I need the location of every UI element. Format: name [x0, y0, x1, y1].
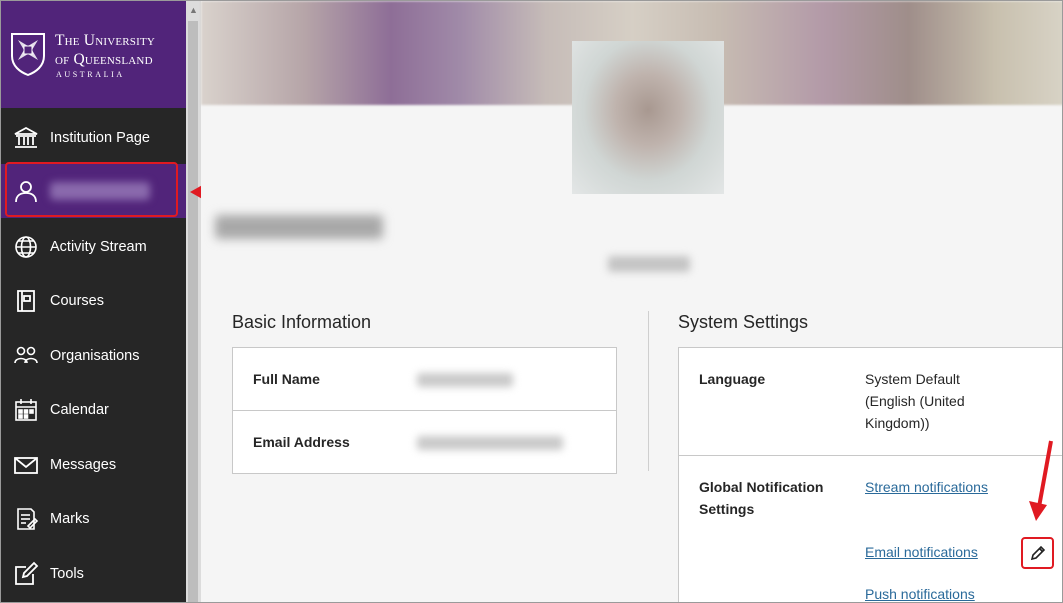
- row-divider: [679, 455, 1062, 456]
- nav-label-courses: Courses: [50, 293, 104, 309]
- nav-label-messages: Messages: [50, 457, 117, 473]
- language-value-line2: (English (United: [865, 393, 965, 409]
- section-divider: [648, 311, 649, 471]
- notification-settings-label: Global Notification Settings: [699, 476, 823, 520]
- notification-settings-label-line1: Global Notification: [699, 479, 824, 495]
- row-divider: [233, 410, 616, 411]
- nav-label-tools: Tools: [50, 566, 84, 582]
- nav-item-activity-stream[interactable]: Activity Stream: [1, 220, 186, 274]
- nav-item-messages[interactable]: Messages: [1, 438, 186, 492]
- scrollbar-thumb[interactable]: [188, 21, 198, 602]
- language-value: System Default (English (United Kingdom)…: [865, 368, 965, 434]
- annotation-highlight-profile: [5, 162, 178, 217]
- nav-item-organisations[interactable]: Organisations: [1, 329, 186, 383]
- brand-line1: The University: [55, 32, 156, 49]
- system-settings-title: System Settings: [678, 312, 809, 332]
- courses-icon: [12, 287, 40, 315]
- messages-icon: [12, 451, 40, 479]
- annotation-arrow-down-icon: [1029, 440, 1053, 521]
- email-notifications-link[interactable]: Email notifications: [865, 542, 978, 562]
- profile-name-heading-redacted: [215, 215, 383, 239]
- globe-icon: [12, 233, 40, 261]
- language-value-line1: System Default: [865, 371, 960, 387]
- profile-avatar[interactable]: [572, 41, 724, 194]
- nav-label-calendar: Calendar: [50, 402, 109, 418]
- edit-email-notifications-button[interactable]: [1021, 537, 1054, 569]
- nav-item-marks[interactable]: Marks: [1, 492, 186, 546]
- nav-label-marks: Marks: [50, 511, 90, 527]
- scroll-up-icon[interactable]: ▲: [187, 4, 200, 16]
- organisations-icon: [12, 342, 40, 370]
- brand-wordmark: The University of Queensland AUSTRALIA: [55, 31, 155, 79]
- nav-item-institution-page[interactable]: Institution Page: [1, 111, 186, 165]
- profile-page: The University of Queensland AUSTRALIA I…: [0, 0, 1063, 603]
- nav-label-organisations: Organisations: [50, 348, 140, 364]
- language-label: Language: [699, 371, 766, 387]
- nav-label-institution-page: Institution Page: [50, 130, 150, 146]
- nav-item-courses[interactable]: Courses: [1, 274, 186, 328]
- email-label: Email Address: [253, 434, 350, 450]
- basic-info-card: Full Name Email Address: [232, 347, 617, 474]
- profile-subtitle-redacted: [608, 256, 690, 272]
- tools-icon: [12, 560, 40, 588]
- full-name-value-redacted: [417, 373, 513, 387]
- profile-content: Basic Information Full Name Email Addres…: [201, 1, 1062, 602]
- stream-notifications-link[interactable]: Stream notifications: [865, 477, 988, 497]
- pencil-icon: [1030, 545, 1045, 561]
- nav-label-activity-stream: Activity Stream: [50, 239, 147, 255]
- sidebar: The University of Queensland AUSTRALIA I…: [1, 1, 186, 602]
- notification-settings-label-line2: Settings: [699, 501, 755, 517]
- full-name-label: Full Name: [253, 371, 320, 387]
- institution-icon: [12, 124, 40, 152]
- language-value-line3: Kingdom)): [865, 415, 930, 431]
- calendar-icon: [12, 396, 40, 424]
- system-settings-card: Language System Default (English (United…: [678, 347, 1062, 602]
- brand-logo[interactable]: The University of Queensland AUSTRALIA: [1, 1, 186, 108]
- brand-line2: of Queensland: [55, 51, 153, 68]
- push-notifications-link[interactable]: Push notifications: [865, 584, 975, 602]
- crest-icon: [11, 33, 45, 76]
- marks-icon: [12, 505, 40, 533]
- brand-line3: AUSTRALIA: [56, 70, 125, 79]
- email-value-redacted: [417, 436, 563, 450]
- nav-item-calendar[interactable]: Calendar: [1, 383, 186, 437]
- basic-info-title: Basic Information: [232, 312, 372, 332]
- nav-item-tools[interactable]: Tools: [1, 547, 186, 601]
